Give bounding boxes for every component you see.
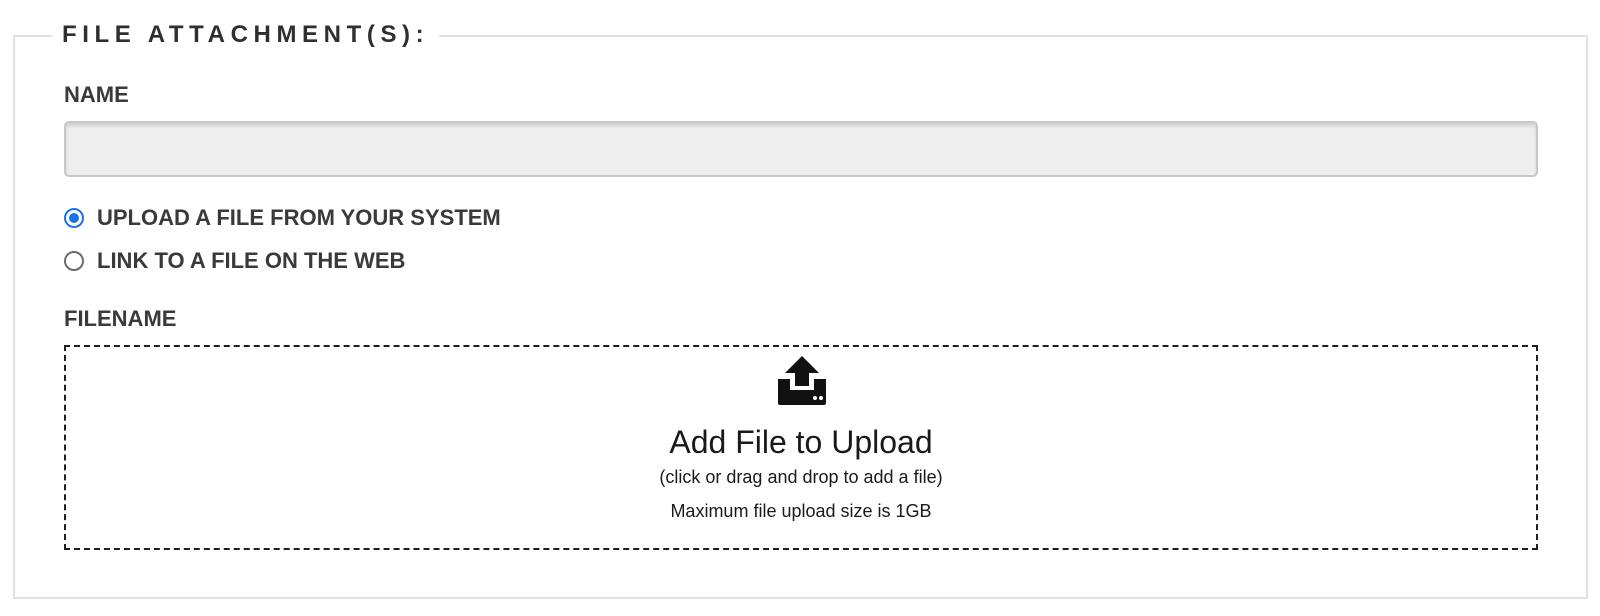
upload-icon [778, 356, 826, 405]
name-label: NAME [64, 82, 129, 107]
dropzone-title: Add File to Upload [669, 424, 933, 460]
file-dropzone[interactable]: Add File to Upload (click or drag and dr… [64, 345, 1538, 550]
radio-option-link[interactable]: LINK TO A FILE ON THE WEB [64, 248, 405, 274]
radio-label-upload[interactable]: UPLOAD A FILE FROM YOUR SYSTEM [97, 205, 501, 231]
radio-button-upload[interactable] [64, 208, 84, 228]
fieldset-legend: FILE ATTACHMENT(S): [52, 20, 440, 50]
filename-label: FILENAME [64, 306, 177, 331]
name-input[interactable] [64, 121, 1538, 177]
dropzone-subtitle: (click or drag and drop to add a file) [659, 467, 943, 487]
radio-option-upload[interactable]: UPLOAD A FILE FROM YOUR SYSTEM [64, 205, 501, 231]
radio-label-link[interactable]: LINK TO A FILE ON THE WEB [97, 248, 405, 274]
dropzone-max-size-note: Maximum file upload size is 1GB [670, 501, 932, 521]
radio-button-link[interactable] [64, 251, 84, 271]
